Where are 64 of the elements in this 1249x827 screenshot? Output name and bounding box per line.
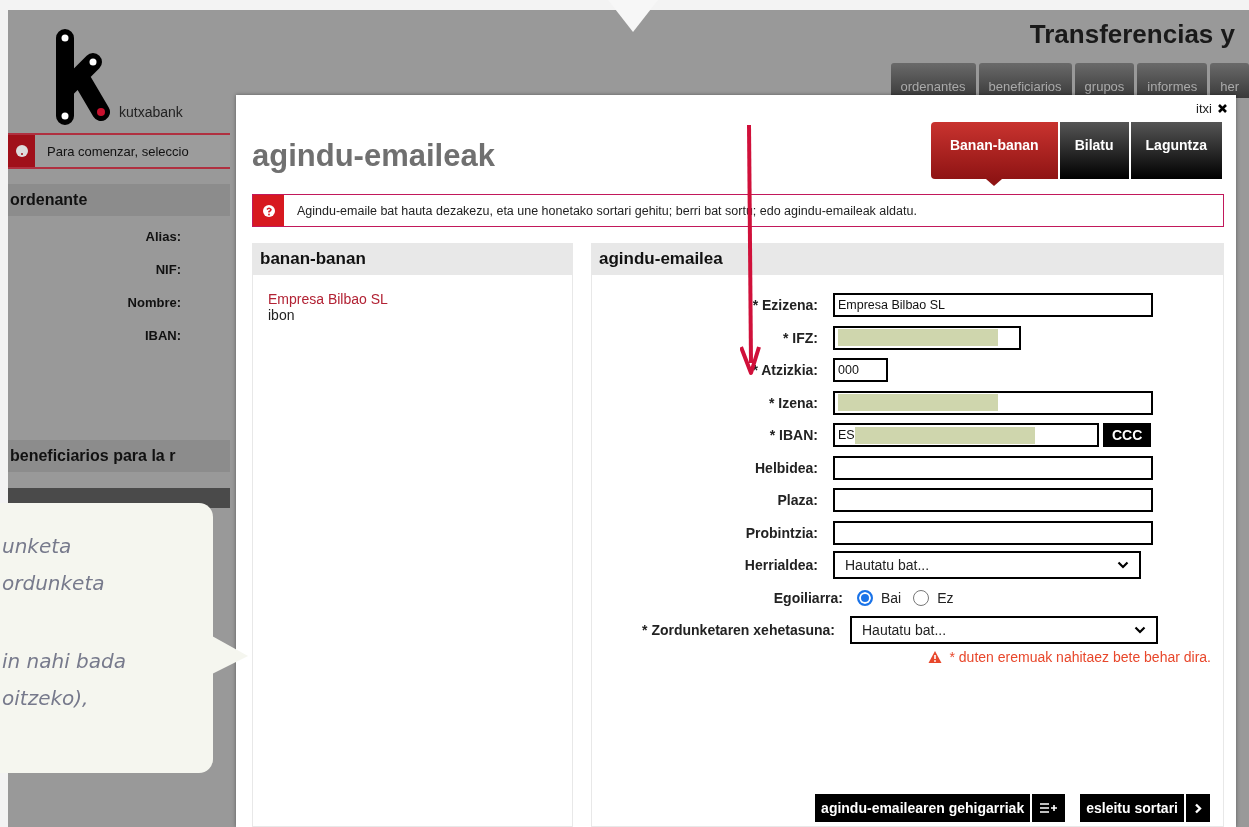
list-add-icon [1040, 803, 1058, 813]
help-icon [15, 145, 28, 157]
input-field[interactable]: 000 [833, 358, 888, 383]
panel-title: banan-banan [253, 243, 572, 275]
field-label: IBAN: [144, 327, 181, 344]
panel-title: agindu-emailea [592, 243, 1223, 275]
list-item-link[interactable]: Empresa Bilbao SL [268, 291, 557, 307]
input-field[interactable] [833, 455, 1153, 480]
input-field[interactable] [833, 488, 1153, 513]
help-icon [262, 204, 275, 217]
field-label: Helbidea: [754, 459, 818, 476]
callout-text: ordunketa [2, 570, 106, 597]
field-label: Nombre: [127, 294, 181, 311]
action-button[interactable]: agindu-emailearen gehigarriak [815, 794, 1031, 822]
dropdown[interactable]: Hautatu bat... [833, 551, 1141, 580]
input-value: 000 [838, 363, 859, 378]
chevron-down-icon [1117, 561, 1129, 570]
dropdown[interactable]: Hautatu bat... [850, 616, 1158, 645]
tab[interactable]: Laguntza [1130, 122, 1222, 179]
input-value: ES [838, 428, 855, 443]
radio-button[interactable] [913, 589, 930, 606]
field-label: * Izena: [768, 394, 818, 411]
callout-text: in nahi bada [2, 648, 127, 675]
field-label: * IFZ: [782, 329, 818, 346]
close-button[interactable]: itxi [1196, 101, 1228, 116]
radio-label: Bai [881, 589, 902, 606]
field-label: * Ezizena: [751, 297, 818, 314]
page-title: Transferencias y [1029, 19, 1235, 50]
list-item-detail: ibon [268, 307, 296, 323]
field-label: NIF: [155, 261, 181, 278]
logo-text: kutxabank [119, 104, 183, 120]
input-field[interactable]: ES [833, 423, 1099, 448]
callout-text: oitzeko), [2, 685, 90, 712]
input-field[interactable] [833, 390, 1153, 415]
section-header: ordenante [8, 184, 230, 216]
tab-pointer [986, 179, 1003, 186]
radio-label: Ez [937, 589, 954, 606]
message-text: Para comenzar, seleccio [46, 143, 189, 159]
section-header: beneficiarios para la r [8, 440, 230, 472]
list-add-button[interactable] [1032, 794, 1066, 822]
field-label: Herrialdea: [743, 557, 818, 574]
field-label: Alias: [145, 228, 181, 245]
ccc-button[interactable]: CCC [1103, 423, 1152, 448]
field-label: * Zordunketaren xehetasuna: [641, 622, 835, 639]
required-notice: * duten eremuak nahitaez bete behar dira. [949, 648, 1211, 665]
dialog-title: agindu-emaileak [252, 138, 495, 174]
tab[interactable]: Bilatu [1059, 122, 1129, 179]
nav-tab[interactable]: her [1210, 63, 1249, 98]
next-button[interactable] [1186, 794, 1210, 822]
close-icon [1217, 103, 1228, 114]
field-label: Plaza: [776, 492, 818, 509]
chevron-right-icon [1194, 802, 1202, 814]
field-label: Probintzia: [744, 524, 818, 541]
input-field[interactable] [833, 520, 1153, 545]
field-label: * IBAN: [768, 427, 818, 444]
input-value: Empresa Bilbao SL [838, 298, 945, 313]
chevron-down-icon [1134, 626, 1146, 635]
input-field[interactable]: Empresa Bilbao SL [833, 293, 1153, 318]
callout-text: unketa [2, 533, 73, 560]
field-label: Egoiliarra: [772, 589, 843, 606]
input-field[interactable] [833, 325, 1021, 350]
warning-icon [928, 649, 943, 664]
action-button[interactable]: esleitu sortari [1080, 794, 1184, 822]
radio-button[interactable] [857, 589, 873, 606]
